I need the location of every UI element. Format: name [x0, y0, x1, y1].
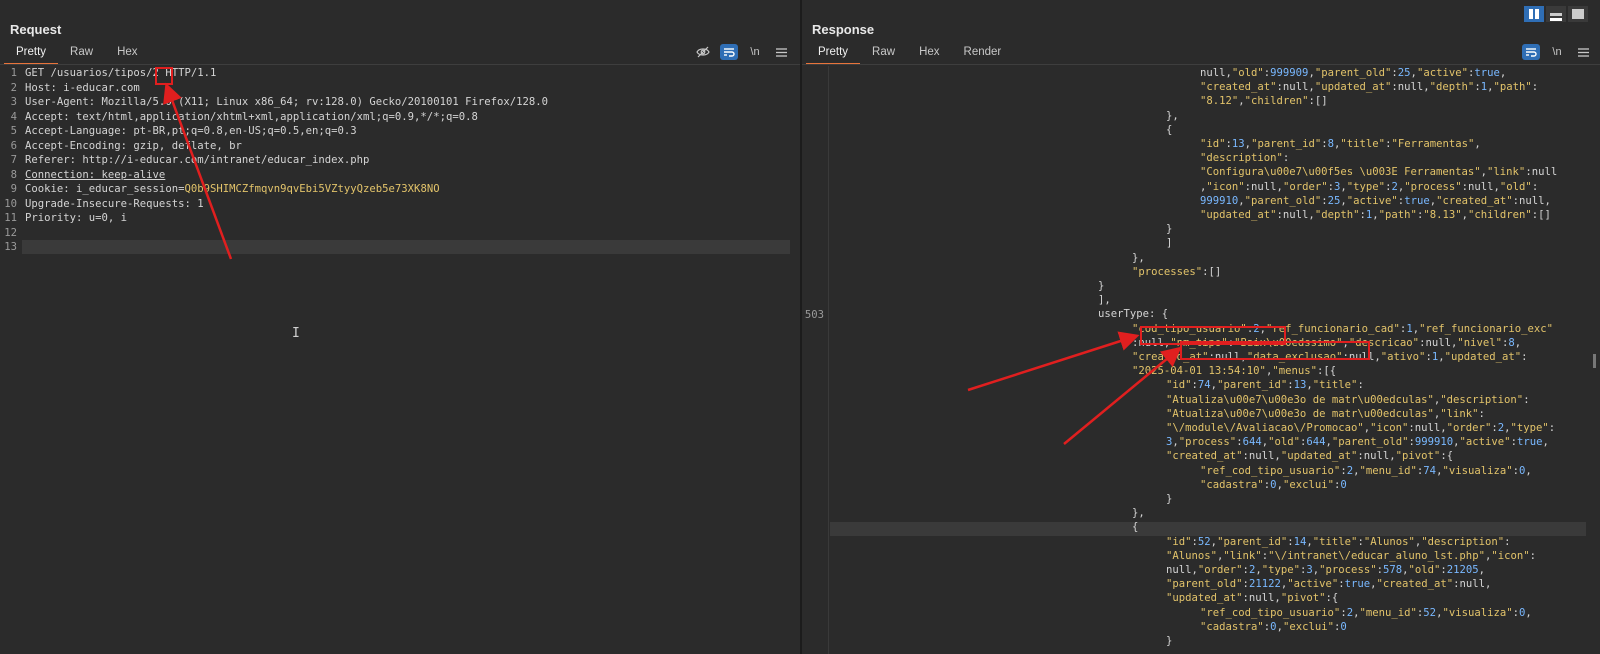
annotation-arrows-response: [967, 331, 1182, 445]
text-cursor-icon: I: [292, 326, 300, 341]
request-pane: Request Pretty Raw Hex \n 1 GET /usuarios…: [0, 0, 800, 654]
response-pane: Response Pretty Raw Hex Render \n 503 nu…: [802, 0, 1600, 654]
annotation-arrow-request: [163, 82, 233, 260]
